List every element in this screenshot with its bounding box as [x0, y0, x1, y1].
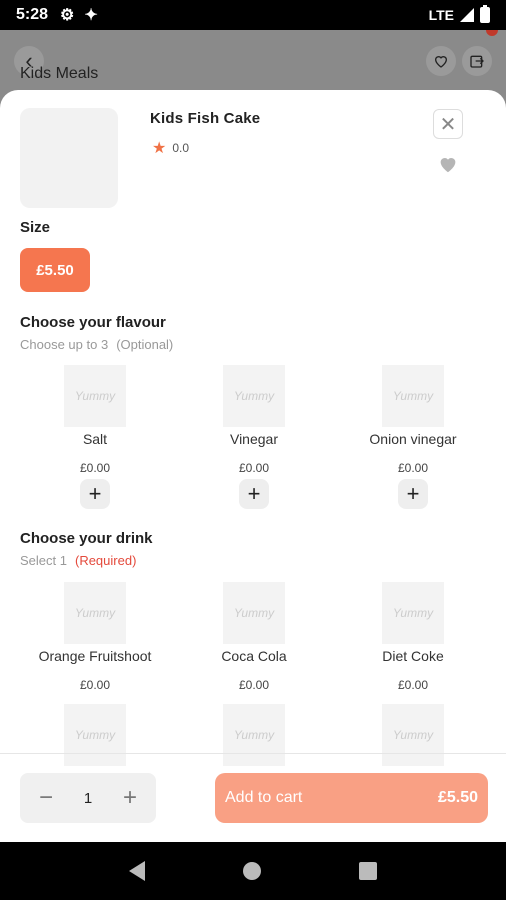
signal-icon [460, 8, 474, 22]
flavour-rule: Choose up to 3 [20, 337, 109, 352]
flavour-title: Choose your flavour [20, 314, 166, 331]
option-price: £0.00 [397, 678, 429, 692]
option-image: Yummy [382, 582, 444, 644]
drink-rule: Select 1 [20, 553, 67, 568]
increase-quantity-button[interactable]: + [118, 784, 142, 812]
size-option-button[interactable]: £5.50 [20, 248, 90, 292]
drink-title: Choose your drink [20, 530, 153, 547]
option-name: Diet Coke [382, 648, 444, 664]
heart-outline-icon [434, 56, 448, 68]
drink-option[interactable]: Yummy Orange Fruitshoot £0.00 [25, 582, 165, 692]
share-button[interactable] [462, 46, 492, 76]
footer-divider [0, 753, 506, 754]
plus-icon: + [88, 481, 102, 506]
drink-option[interactable]: Yummy [184, 704, 324, 766]
star-icon: ★ [152, 140, 167, 157]
option-image: Yummy [223, 365, 285, 427]
background-title: Kids Meals [20, 65, 99, 82]
product-name: Kids Fish Cake [150, 110, 261, 127]
option-image: Yummy [64, 582, 126, 644]
close-button[interactable]: ✕ [433, 109, 463, 139]
share-icon [470, 55, 484, 68]
plus-icon: + [247, 481, 261, 506]
add-to-cart-label: Add to cart [225, 789, 303, 806]
favorite-button[interactable] [426, 46, 456, 76]
product-image [20, 108, 118, 208]
drink-option[interactable]: Yummy Diet Coke £0.00 [343, 582, 483, 692]
close-icon: ✕ [439, 113, 457, 136]
navigation-bar [0, 842, 506, 900]
nav-back-icon[interactable] [129, 861, 145, 881]
option-name: Orange Fruitshoot [38, 648, 152, 664]
option-image: Yummy [223, 582, 285, 644]
add-option-button[interactable]: + [239, 479, 269, 509]
decrease-quantity-button[interactable]: − [34, 784, 58, 812]
option-price: £0.00 [238, 461, 270, 475]
flavour-option: Yummy Vinegar £0.00 + [184, 365, 324, 509]
quantity-value: 1 [83, 789, 93, 807]
option-image: Yummy [64, 704, 126, 766]
status-time: 5:28 [16, 6, 49, 23]
option-image: Yummy [223, 704, 285, 766]
drink-option[interactable]: Yummy Coca Cola £0.00 [184, 582, 324, 692]
drink-option[interactable]: Yummy [343, 704, 483, 766]
add-option-button[interactable]: + [80, 479, 110, 509]
option-name: Onion vinegar [369, 431, 457, 447]
option-image: Yummy [382, 704, 444, 766]
nav-recents-icon[interactable] [359, 862, 377, 880]
background-header: ‹ Kids Meals [0, 30, 506, 90]
nav-home-icon[interactable] [243, 862, 261, 880]
option-price: £0.00 [79, 461, 111, 475]
rating-value: 0.0 [172, 141, 190, 155]
quantity-stepper: − 1 + [20, 773, 156, 823]
option-image: Yummy [64, 365, 126, 427]
status-bar: 5:28 ⚙ ✦ LTE [0, 0, 506, 30]
size-label: Size [20, 219, 51, 236]
cart-price: £5.50 [437, 789, 478, 806]
add-to-cart-button[interactable]: Add to cart £5.50 [215, 773, 488, 823]
drink-subtitle: Select 1 (Required) [20, 553, 136, 568]
plus-icon: + [406, 481, 420, 506]
option-price: £0.00 [79, 678, 111, 692]
battery-icon [480, 5, 490, 23]
notification-icon: ✦ [84, 7, 98, 24]
product-sheet: Kids Fish Cake ★ 0.0 ✕ Size £5.50 Choose… [0, 90, 506, 842]
notification-dot [486, 30, 498, 36]
heart-icon[interactable] [437, 153, 459, 175]
settings-icon: ⚙ [60, 7, 75, 24]
option-price: £0.00 [397, 461, 429, 475]
option-image: Yummy [382, 365, 444, 427]
product-rating: ★ 0.0 [152, 138, 189, 158]
option-name: Salt [82, 431, 108, 447]
add-option-button[interactable]: + [398, 479, 428, 509]
option-name: Coca Cola [221, 648, 287, 664]
drink-option[interactable]: Yummy [25, 704, 165, 766]
flavour-option: Yummy Salt £0.00 + [25, 365, 165, 509]
option-name: Vinegar [229, 431, 278, 447]
option-price: £0.00 [238, 678, 270, 692]
flavour-note: (Optional) [116, 337, 174, 352]
flavour-option: Yummy Onion vinegar £0.00 + [343, 365, 483, 509]
flavour-subtitle: Choose up to 3 (Optional) [20, 337, 173, 352]
network-label: LTE [428, 7, 454, 23]
drink-required-note: (Required) [74, 553, 137, 568]
